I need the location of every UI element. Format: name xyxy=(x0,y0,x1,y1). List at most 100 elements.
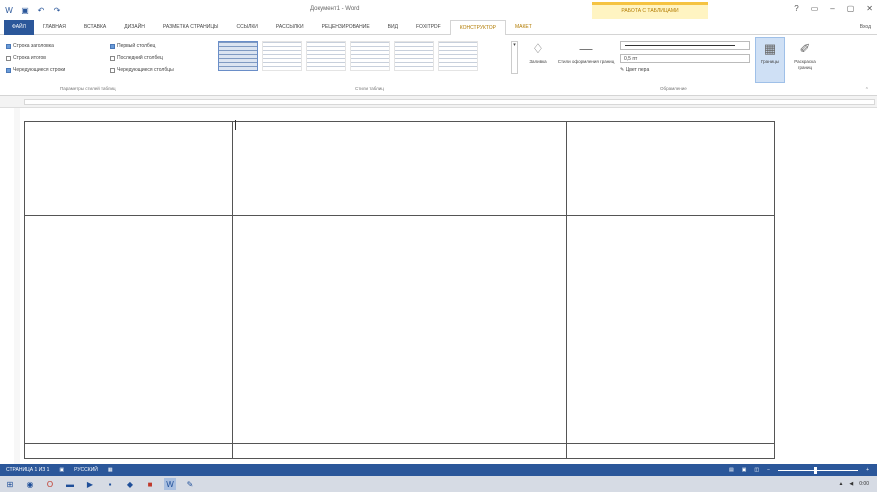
taskbar: ⊞ ◉ O ▬ ▶ ▪ ◆ ■ W ✎ ▲ ◀ 0:00 xyxy=(0,476,877,492)
table-cell[interactable] xyxy=(231,215,568,444)
zoom-in-icon[interactable]: + xyxy=(866,467,869,473)
table-style-thumb[interactable] xyxy=(218,41,258,71)
borders-label: Границы xyxy=(761,59,779,64)
tab-table-layout[interactable]: МАКЕТ xyxy=(506,20,541,35)
zoom-slider-thumb[interactable] xyxy=(814,466,818,474)
tab-table-design[interactable]: КОНСТРУКТОР xyxy=(449,19,506,35)
table-cell[interactable] xyxy=(231,121,568,216)
horizontal-ruler xyxy=(0,96,877,108)
border-painter-button[interactable]: ✐ Раскраска границ xyxy=(788,41,822,71)
table-cell[interactable] xyxy=(566,121,775,216)
web-layout-icon[interactable]: ◫ xyxy=(754,467,759,473)
app-icon[interactable]: ◆ xyxy=(124,478,136,490)
tab-insert[interactable]: ВСТАВКА xyxy=(75,20,115,35)
document-title: Документ1 - Word xyxy=(310,6,360,12)
vertical-ruler xyxy=(14,108,20,464)
tab-foxitpdf[interactable]: FOXITPDF xyxy=(407,20,450,35)
ribbon-display-icon[interactable]: ▭ xyxy=(811,4,819,13)
word-taskbar-icon[interactable]: W xyxy=(164,478,176,490)
pen-color-button[interactable]: ✎ Цвет пера xyxy=(620,67,649,73)
save-icon[interactable]: ▣ xyxy=(20,5,30,15)
opera-icon[interactable]: O xyxy=(44,478,56,490)
collapse-ribbon-icon[interactable]: ⌃ xyxy=(865,87,869,93)
undo-icon[interactable]: ↶ xyxy=(36,5,46,15)
table-cell[interactable] xyxy=(566,443,775,459)
checkbox-checked-icon xyxy=(6,67,11,73)
first-column-checkbox[interactable]: Первый столбец xyxy=(110,43,155,49)
table-styles-gallery xyxy=(218,41,510,81)
quick-access-toolbar: W ▣ ↶ ↷ xyxy=(0,5,62,15)
tab-mailings[interactable]: РАССЫЛКИ xyxy=(267,20,313,35)
checkbox-label: Чередующиеся столбцы xyxy=(117,67,174,73)
table-cell[interactable] xyxy=(231,443,568,459)
table-cell[interactable] xyxy=(24,215,233,444)
print-layout-icon[interactable]: ▣ xyxy=(742,467,747,473)
proofing-icon[interactable]: ▣ xyxy=(59,467,64,473)
redo-icon[interactable]: ↷ xyxy=(52,5,62,15)
tab-file[interactable]: ФАЙЛ xyxy=(4,19,34,35)
page-info[interactable]: СТРАНИЦА 1 ИЗ 1 xyxy=(6,467,49,473)
paint-bucket-icon: ♢ xyxy=(532,41,544,56)
tab-home[interactable]: ГЛАВНАЯ xyxy=(34,20,75,35)
pen-color-label: Цвет пера xyxy=(625,67,650,73)
table-row xyxy=(24,443,775,459)
border-painter-label: Раскраска границ xyxy=(794,59,816,70)
minimize-icon[interactable]: – xyxy=(830,4,834,13)
gallery-more-icon[interactable]: ▾ xyxy=(511,41,518,74)
tab-design[interactable]: ДИЗАЙН xyxy=(115,20,154,35)
table-cell[interactable] xyxy=(24,443,233,459)
last-column-checkbox[interactable]: Последний столбец xyxy=(110,55,163,61)
total-row-checkbox[interactable]: Строка итогов xyxy=(6,55,46,61)
border-styles-icon: — xyxy=(579,41,593,56)
checkbox-empty-icon xyxy=(110,67,115,73)
shading-button[interactable]: ♢ Заливка xyxy=(524,41,552,65)
terminal-icon[interactable]: ▪ xyxy=(104,478,116,490)
paint-icon[interactable]: ✎ xyxy=(184,478,196,490)
document-table[interactable] xyxy=(24,121,775,459)
close-icon[interactable]: ✕ xyxy=(866,4,873,13)
sign-in-link[interactable]: Вход xyxy=(860,24,877,30)
network-icon[interactable]: ▲ xyxy=(838,481,843,487)
border-styles-button[interactable]: — Стили оформления границ xyxy=(555,41,617,65)
read-mode-icon[interactable]: ▤ xyxy=(729,467,734,473)
table-styles-group-label: Стили таблиц xyxy=(355,86,384,91)
ribbon: Строка заголовка Первый столбец Строка и… xyxy=(0,35,877,96)
checkbox-label: Строка заголовка xyxy=(13,43,54,49)
windows-start-icon[interactable]: ⊞ xyxy=(4,478,16,490)
help-icon[interactable]: ? xyxy=(794,4,798,13)
table-style-thumb[interactable] xyxy=(394,41,434,71)
chrome-icon[interactable]: ◉ xyxy=(24,478,36,490)
line-weight-dropdown[interactable]: 0,5 пт xyxy=(620,54,750,63)
language-indicator[interactable]: РУССКИЙ xyxy=(74,467,98,473)
macro-icon[interactable]: ▦ xyxy=(108,467,113,473)
table-cell[interactable] xyxy=(24,121,233,216)
app-red-icon[interactable]: ■ xyxy=(144,478,156,490)
ruler-track[interactable] xyxy=(24,99,875,105)
media-icon[interactable]: ▶ xyxy=(84,478,96,490)
zoom-slider[interactable] xyxy=(778,466,859,474)
table-style-thumb[interactable] xyxy=(438,41,478,71)
table-style-thumb[interactable] xyxy=(262,41,302,71)
banded-columns-checkbox[interactable]: Чередующиеся столбцы xyxy=(110,67,174,73)
tab-review[interactable]: РЕЦЕНЗИРОВАНИЕ xyxy=(313,20,379,35)
checkbox-label: Последний столбец xyxy=(117,55,163,61)
document-area[interactable] xyxy=(0,108,877,464)
table-style-thumb[interactable] xyxy=(350,41,390,71)
maximize-icon[interactable]: ▢ xyxy=(847,4,855,13)
folder-icon[interactable]: ▬ xyxy=(64,478,76,490)
banded-rows-checkbox[interactable]: Чередующиеся строки xyxy=(6,67,65,73)
window-controls: ? ▭ – ▢ ✕ xyxy=(794,4,873,13)
tab-view[interactable]: ВИД xyxy=(379,20,407,35)
header-row-checkbox[interactable]: Строка заголовка xyxy=(6,43,54,49)
zoom-out-icon[interactable]: − xyxy=(767,467,770,473)
table-style-thumb[interactable] xyxy=(306,41,346,71)
pen-icon: ✎ xyxy=(620,67,625,73)
clock[interactable]: 0:00 xyxy=(859,481,869,487)
volume-icon[interactable]: ◀ xyxy=(849,481,853,487)
checkbox-empty-icon xyxy=(110,55,115,61)
borders-button-content[interactable]: ▦ Границы xyxy=(755,41,785,65)
line-style-dropdown[interactable] xyxy=(620,41,750,50)
tab-page-layout[interactable]: РАЗМЕТКА СТРАНИЦЫ xyxy=(154,20,228,35)
table-cell[interactable] xyxy=(566,215,775,444)
tab-references[interactable]: ССЫЛКИ xyxy=(227,20,266,35)
